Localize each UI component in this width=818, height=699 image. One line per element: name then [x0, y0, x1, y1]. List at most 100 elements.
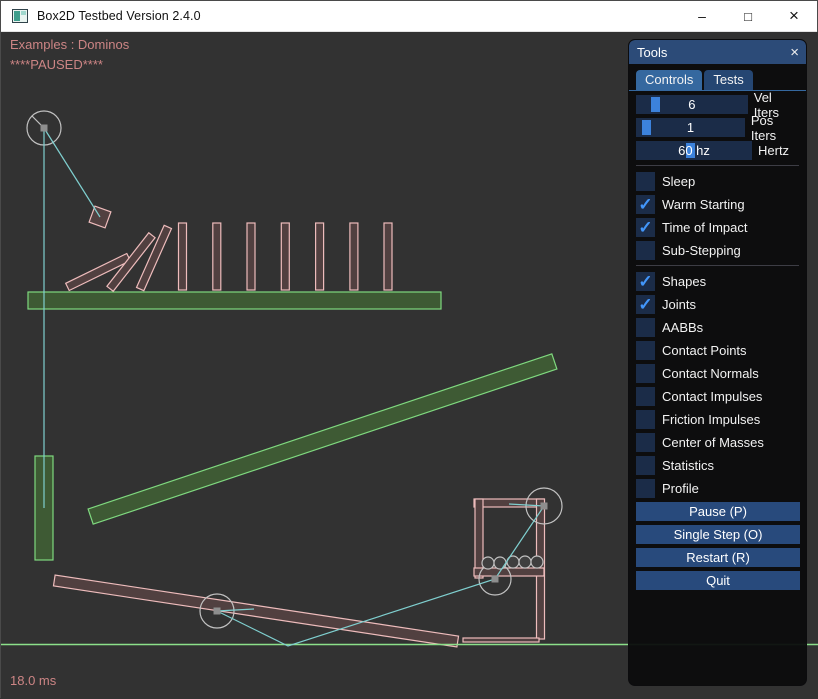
checkbox-row-joints[interactable]: ✓ Joints	[636, 295, 799, 314]
checkbox-row-time-of-impact[interactable]: ✓ Time of Impact	[636, 218, 799, 237]
tools-close-icon[interactable]: ×	[790, 45, 799, 60]
checkbox-row-sleep[interactable]: ✓ Sleep	[636, 172, 799, 191]
checkbox-unchecked[interactable]: ✓	[636, 241, 655, 260]
checkbox-row-contact-points[interactable]: ✓ Contact Points	[636, 341, 799, 360]
tools-panel: Tools × ControlsTests 6Vel Iters1Pos Ite…	[628, 39, 807, 686]
checkbox-label: Statistics	[662, 458, 714, 473]
joint-line	[44, 128, 100, 217]
checkbox-checked[interactable]: ✓	[636, 272, 655, 291]
checkbox-label: Joints	[662, 297, 696, 312]
checkbox-label: Contact Normals	[662, 366, 759, 381]
window-title: Box2D Testbed Version 2.4.0	[37, 9, 201, 23]
tab-tests[interactable]: Tests	[704, 70, 752, 90]
slider-hertz[interactable]: 60 hz	[636, 141, 752, 160]
check-icon: ✓	[638, 196, 652, 213]
slider-label: Pos Iters	[751, 113, 799, 143]
checkbox-unchecked[interactable]: ✓	[636, 341, 655, 360]
slider-row: 60 hz Hertz	[636, 141, 799, 160]
checkbox-unchecked[interactable]: ✓	[636, 172, 655, 191]
dynamic-body-rect	[281, 223, 289, 290]
checkbox-unchecked[interactable]: ✓	[636, 318, 655, 337]
checkbox-unchecked[interactable]: ✓	[636, 364, 655, 383]
checkbox-label: Time of Impact	[662, 220, 747, 235]
os-titlebar: Box2D Testbed Version 2.4.0 – □ ×	[1, 1, 817, 32]
checkbox-row-warm-starting[interactable]: ✓ Warm Starting	[636, 195, 799, 214]
dynamic-body-rect	[247, 223, 255, 290]
dynamic-body-rect	[137, 225, 172, 290]
checkbox-label: AABBs	[662, 320, 703, 335]
tab-controls[interactable]: Controls	[636, 70, 702, 90]
checkbox-unchecked[interactable]: ✓	[636, 410, 655, 429]
pause-p-button[interactable]: Pause (P)	[636, 502, 800, 521]
joint-anchor	[41, 125, 48, 132]
app-window: Box2D Testbed Version 2.4.0 – □ × Exampl…	[0, 0, 818, 698]
dynamic-body-rect	[350, 223, 358, 290]
checkbox-row-friction-impulses[interactable]: ✓ Friction Impulses	[636, 410, 799, 429]
checkbox-row-center-of-masses[interactable]: ✓ Center of Masses	[636, 433, 799, 452]
checkbox-unchecked[interactable]: ✓	[636, 387, 655, 406]
static-body-rect	[28, 292, 441, 309]
checkbox-label: Contact Points	[662, 343, 747, 358]
checkbox-label: Profile	[662, 481, 699, 496]
ball-body-circle	[531, 556, 543, 568]
maximize-button[interactable]: □	[725, 1, 771, 31]
minimize-button[interactable]: –	[679, 1, 725, 31]
dynamic-body-rect	[316, 223, 324, 290]
frame-time-label: 18.0 ms	[10, 673, 56, 688]
checkbox-row-aabbs[interactable]: ✓ AABBs	[636, 318, 799, 337]
dynamic-body-rect	[475, 499, 483, 578]
checkbox-unchecked[interactable]: ✓	[636, 433, 655, 452]
separator	[636, 265, 799, 266]
dynamic-body-rect	[179, 223, 187, 290]
simulation-canvas[interactable]: Examples : Dominos ****PAUSED**** 18.0 m…	[1, 32, 818, 699]
ball-body-circle	[519, 556, 531, 568]
paused-label: ****PAUSED****	[10, 57, 103, 72]
slider-row: 1Pos Iters	[636, 118, 799, 137]
slider-row: 6Vel Iters	[636, 95, 799, 114]
panel-buttons: Pause (P) Single Step (O) Restart (R) Quit	[636, 502, 799, 590]
checkbox-checked[interactable]: ✓	[636, 295, 655, 314]
joint-anchor	[214, 608, 221, 615]
slider-value: 60 hz	[636, 141, 752, 160]
checkbox-label: Sub-Stepping	[662, 243, 741, 258]
checkbox-unchecked[interactable]: ✓	[636, 456, 655, 475]
checkbox-row-profile[interactable]: ✓ Profile	[636, 479, 799, 498]
tools-panel-title: Tools	[637, 45, 667, 60]
slider-vel-iters[interactable]: 6	[636, 95, 748, 114]
checkbox-label: Contact Impulses	[662, 389, 762, 404]
minimize-icon: –	[698, 8, 706, 24]
checkbox-row-contact-normals[interactable]: ✓ Contact Normals	[636, 364, 799, 383]
app-icon	[12, 9, 28, 23]
checkbox-unchecked[interactable]: ✓	[636, 479, 655, 498]
checkbox-label: Sleep	[662, 174, 695, 189]
checkbox-label: Shapes	[662, 274, 706, 289]
single-step-o-button[interactable]: Single Step (O)	[636, 525, 800, 544]
checkbox-label: Center of Masses	[662, 435, 764, 450]
ball-body-circle	[482, 557, 494, 569]
checkbox-checked[interactable]: ✓	[636, 218, 655, 237]
checkbox-row-contact-impulses[interactable]: ✓ Contact Impulses	[636, 387, 799, 406]
checkbox-label: Warm Starting	[662, 197, 745, 212]
check-icon: ✓	[638, 219, 652, 236]
window-controls: – □ ×	[679, 1, 817, 31]
close-button[interactable]: ×	[771, 1, 817, 31]
separator	[636, 165, 799, 166]
example-label: Examples : Dominos	[10, 37, 129, 52]
slider-value: 1	[636, 118, 745, 137]
tools-panel-titlebar[interactable]: Tools ×	[629, 40, 806, 64]
joint-anchor	[541, 503, 548, 510]
slider-pos-iters[interactable]: 1	[636, 118, 745, 137]
slider-label: Hertz	[758, 143, 789, 158]
checkbox-row-statistics[interactable]: ✓ Statistics	[636, 456, 799, 475]
dynamic-body-rect	[463, 638, 539, 642]
tools-tab-bar: ControlsTests	[629, 69, 806, 90]
close-icon: ×	[789, 6, 799, 26]
checkbox-row-sub-stepping[interactable]: ✓ Sub-Stepping	[636, 241, 799, 260]
checkbox-label: Friction Impulses	[662, 412, 760, 427]
dynamic-body-rect	[384, 223, 392, 290]
quit-button[interactable]: Quit	[636, 571, 800, 590]
ball-body-circle	[494, 557, 506, 569]
checkbox-checked[interactable]: ✓	[636, 195, 655, 214]
checkbox-row-shapes[interactable]: ✓ Shapes	[636, 272, 799, 291]
restart-r-button[interactable]: Restart (R)	[636, 548, 800, 567]
